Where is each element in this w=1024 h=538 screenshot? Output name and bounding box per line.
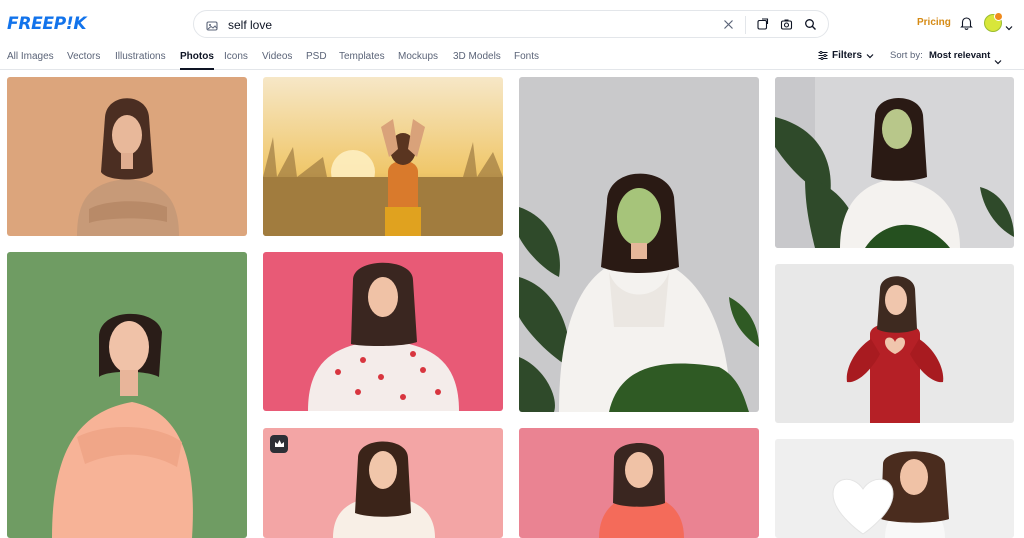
freepik-logo[interactable]: FREEP!K [7, 14, 87, 34]
result-image-woman-paper-heart[interactable] [775, 439, 1014, 538]
result-image-woman-heart-hands-robe-plants[interactable] [775, 77, 1014, 248]
result-image-woman-heart-hands-white-robe[interactable] [519, 77, 759, 412]
image-type-icon[interactable] [206, 19, 218, 31]
notifications-bell-icon[interactable] [960, 16, 973, 35]
result-image-woman-heart-hands-pink-premium[interactable] [263, 428, 503, 538]
tab-icons[interactable]: Icons [224, 51, 248, 62]
asset-type-tabs: All Images Vectors Illustrations Photos … [0, 46, 1024, 70]
tab-all-images[interactable]: All Images [7, 51, 54, 62]
result-image-woman-red-sweater-heart-hands[interactable] [775, 264, 1014, 423]
filters-label: Filters [832, 50, 863, 61]
search-divider [745, 16, 746, 34]
filters-sliders-icon [818, 51, 828, 60]
sort-by-label: Sort by: [890, 50, 923, 61]
refresh-search-icon[interactable] [755, 17, 769, 31]
tab-psd[interactable]: PSD [306, 51, 327, 62]
chevron-down-icon[interactable] [994, 52, 1002, 70]
premium-crown-icon [270, 435, 288, 453]
search-input[interactable] [228, 15, 698, 35]
result-image-woman-hugging-self-green[interactable] [7, 252, 247, 538]
tab-mockups[interactable]: Mockups [398, 51, 438, 62]
search-icon[interactable] [803, 17, 817, 31]
tab-photos[interactable]: Photos [180, 51, 214, 70]
tab-3d-models[interactable]: 3D Models [453, 51, 501, 62]
tab-templates[interactable]: Templates [339, 51, 385, 62]
tab-vectors[interactable]: Vectors [67, 51, 100, 62]
result-image-woman-hugging-self-pink[interactable] [519, 428, 759, 538]
camera-search-icon[interactable] [779, 17, 793, 31]
chevron-down-icon[interactable] [1005, 18, 1013, 36]
search-bar [193, 10, 829, 38]
chevron-down-icon [866, 53, 874, 58]
clear-search-icon[interactable] [721, 17, 735, 31]
top-header: FREEP!K Pricing [0, 0, 1024, 46]
pricing-link[interactable]: Pricing [917, 17, 951, 28]
result-image-woman-hugging-self-beige[interactable] [7, 77, 247, 236]
user-avatar[interactable] [984, 12, 1003, 32]
result-image-woman-heart-hands-sunset-field[interactable] [263, 77, 503, 236]
sort-select[interactable]: Most relevant [929, 50, 990, 61]
tab-illustrations[interactable]: Illustrations [115, 51, 166, 62]
tab-fonts[interactable]: Fonts [514, 51, 539, 62]
result-image-woman-heart-sweater-pink[interactable] [263, 252, 503, 411]
filters-button[interactable]: Filters [818, 50, 874, 61]
tab-videos[interactable]: Videos [262, 51, 292, 62]
